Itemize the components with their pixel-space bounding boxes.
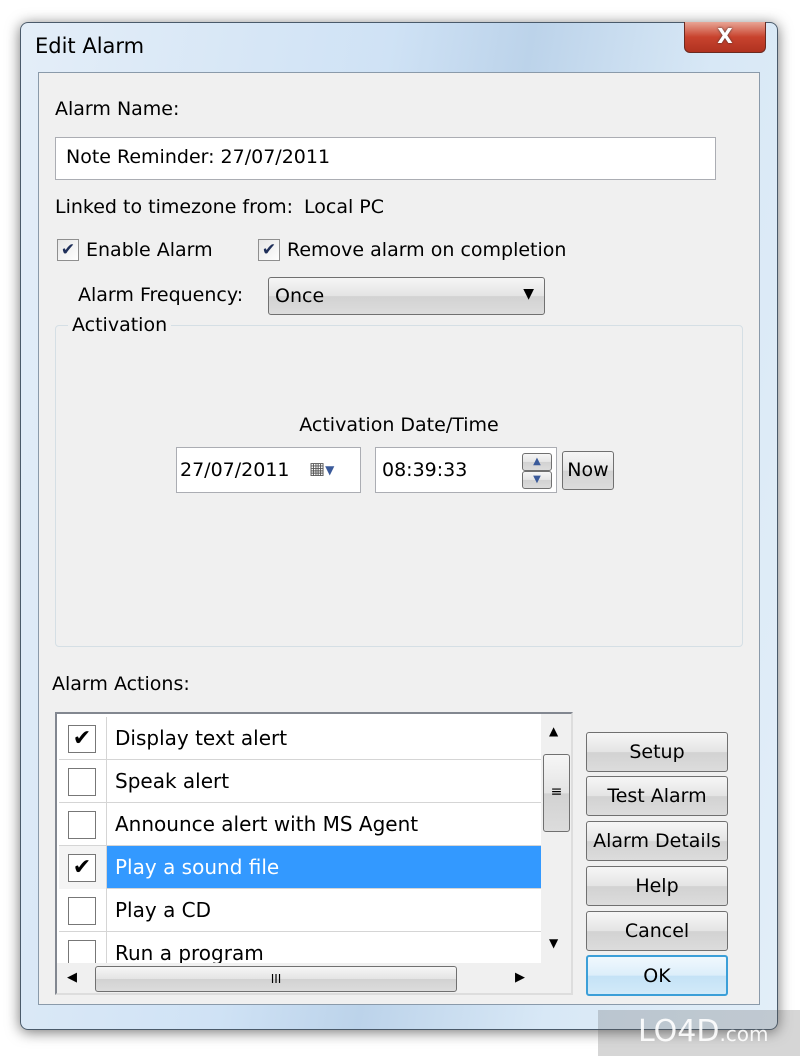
horizontal-scrollbar[interactable]: ◀ III ▶ (57, 963, 571, 993)
activation-datetime-label: Activation Date/Time (299, 414, 499, 436)
window-title: Edit Alarm (35, 34, 145, 58)
cancel-button[interactable]: Cancel (586, 911, 728, 951)
action-checkbox[interactable] (68, 768, 96, 796)
test-alarm-button[interactable]: Test Alarm (586, 776, 728, 816)
action-label: Play a sound file (115, 855, 280, 879)
action-label: Display text alert (115, 726, 288, 750)
vertical-scroll-thumb[interactable]: ≡ (543, 754, 570, 832)
now-button[interactable]: Now (562, 451, 614, 490)
enable-alarm-label: Enable Alarm (86, 239, 213, 261)
action-label: Run a program (115, 941, 264, 963)
frequency-label: Alarm Frequency: (78, 284, 244, 306)
alarm-actions-list[interactable]: ✔ Display text alert Speak alert Announce a… (55, 712, 573, 995)
setup-button[interactable]: Setup (586, 732, 728, 772)
action-label: Speak alert (115, 769, 230, 793)
date-picker[interactable]: 27/07/2011 ▦▼ (176, 447, 361, 493)
activation-legend: Activation (68, 314, 172, 336)
scroll-right-arrow[interactable]: ▶ (515, 970, 525, 985)
action-checkbox[interactable] (68, 940, 96, 963)
action-checkbox[interactable]: ✔ (68, 854, 96, 882)
scroll-up-arrow[interactable]: ▲ (549, 724, 558, 738)
alarm-name-label: Alarm Name: (55, 98, 180, 120)
action-checkbox[interactable] (68, 897, 96, 925)
enable-alarm-checkbox[interactable]: ✔ (57, 239, 79, 261)
checkbox-cell (59, 889, 107, 932)
list-item[interactable]: Play a CD (59, 889, 541, 932)
scroll-left-arrow[interactable]: ◀ (67, 970, 77, 985)
horizontal-scroll-thumb[interactable]: III (95, 966, 457, 992)
calendar-icon[interactable]: ▦▼ (309, 459, 334, 479)
list-item[interactable]: Speak alert (59, 760, 541, 803)
checkbox-cell (59, 932, 107, 963)
remove-on-completion-checkbox[interactable]: ✔ (258, 239, 280, 261)
list-item[interactable]: Announce alert with MS Agent (59, 803, 541, 846)
time-value: 08:39:33 (382, 459, 468, 481)
action-label: Play a CD (115, 898, 212, 922)
action-checkbox[interactable] (68, 811, 96, 839)
remove-on-completion-label: Remove alarm on completion (287, 239, 567, 261)
checkbox-cell: ✔ (59, 846, 107, 889)
alarm-name-input[interactable]: Note Reminder: 27/07/2011 (55, 137, 716, 180)
vertical-scrollbar[interactable]: ▲ ≡ ▼ (541, 714, 571, 963)
timezone-label: Linked to timezone from: (55, 196, 294, 218)
scroll-down-arrow[interactable]: ▼ (549, 936, 558, 950)
list-item[interactable]: Run a program (59, 932, 541, 963)
close-button[interactable]: X (684, 22, 766, 53)
help-button[interactable]: Help (586, 866, 728, 906)
spin-down-button[interactable]: ▼ (522, 471, 552, 489)
action-checkbox[interactable]: ✔ (68, 725, 96, 753)
ok-button[interactable]: OK (586, 955, 728, 996)
timezone-value: Local PC (304, 196, 385, 218)
list-item[interactable]: ✔ Play a sound file (59, 846, 541, 889)
frequency-value: Once (275, 285, 325, 307)
watermark-logo: LO4D.com (598, 1010, 800, 1056)
chevron-down-icon: ▼ (523, 286, 534, 302)
date-value: 27/07/2011 (180, 459, 290, 481)
alarm-actions-label: Alarm Actions: (52, 673, 190, 695)
spin-up-button[interactable]: ▲ (522, 453, 552, 471)
checkbox-cell (59, 760, 107, 803)
checkbox-cell: ✔ (59, 717, 107, 760)
list-item[interactable]: ✔ Display text alert (59, 717, 541, 760)
frequency-select[interactable]: Once ▼ (268, 277, 545, 315)
action-label: Announce alert with MS Agent (115, 812, 419, 836)
alarm-details-button[interactable]: Alarm Details (586, 821, 728, 861)
checkbox-cell (59, 803, 107, 846)
